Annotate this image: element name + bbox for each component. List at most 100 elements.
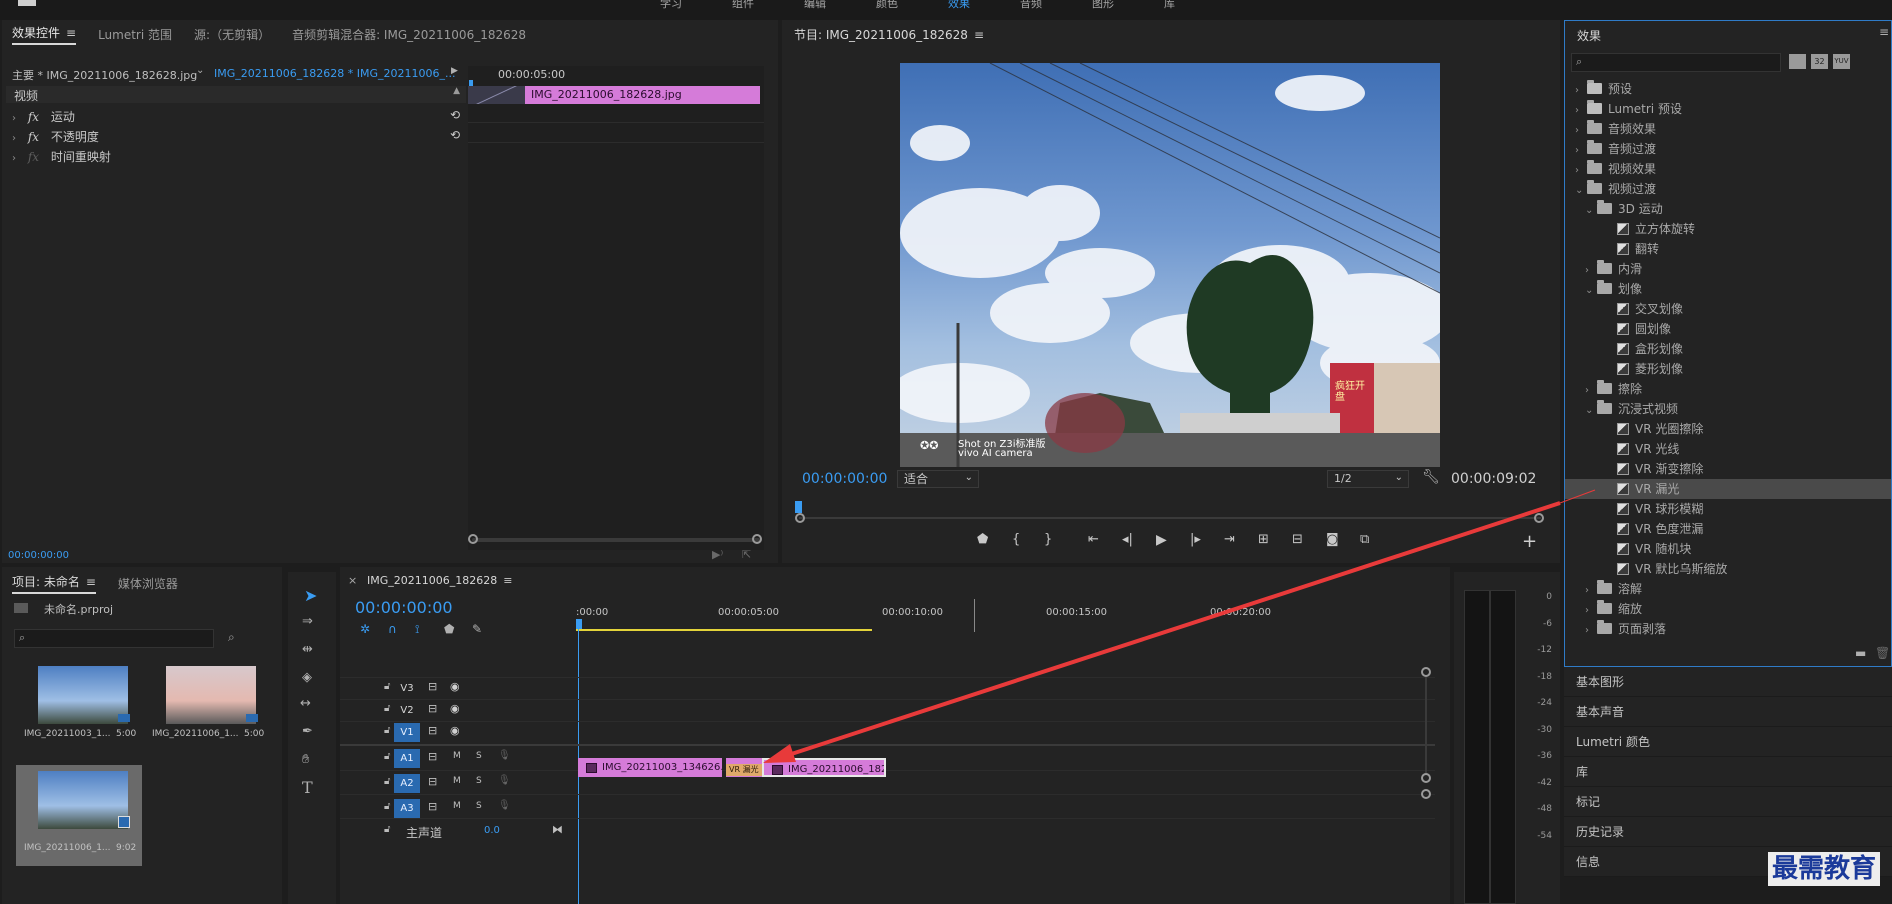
- step-back-icon[interactable]: ◂|: [1122, 532, 1156, 552]
- snap-magnet-icon[interactable]: ∩: [388, 622, 397, 636]
- sync-lock-icon[interactable]: ⊟: [428, 724, 437, 737]
- eye-icon[interactable]: ◉: [450, 702, 460, 715]
- chevron-down-icon[interactable]: ⌄: [1575, 181, 1587, 201]
- lock-icon[interactable]: 🔓︎: [384, 801, 390, 812]
- lock-icon[interactable]: 🔓︎: [384, 824, 390, 835]
- bit32-effects-icon[interactable]: 32: [1811, 54, 1828, 69]
- mute-toggle[interactable]: M: [453, 801, 461, 811]
- effects-tree-item[interactable]: › 音频效果: [1565, 119, 1891, 139]
- mute-toggle[interactable]: M: [453, 751, 461, 761]
- add-button-icon[interactable]: +: [1522, 531, 1537, 552]
- stacked-panel-tab[interactable]: 库: [1564, 757, 1892, 787]
- delete-icon[interactable]: 🗑︎: [1875, 646, 1890, 660]
- tab-lumetri-scopes[interactable]: Lumetri 范围: [98, 26, 172, 43]
- comparison-view-icon[interactable]: ⧉: [1360, 532, 1394, 552]
- panel-menu-icon[interactable]: ≡: [66, 26, 76, 40]
- solo-toggle[interactable]: S: [476, 801, 482, 811]
- export-icon[interactable]: ⇱: [742, 548, 751, 561]
- mark-out-icon[interactable]: }: [1044, 532, 1088, 552]
- workspace-tab[interactable]: 组件: [732, 0, 754, 10]
- project-item-1[interactable]: IMG_20211003_1... 5:00: [16, 662, 139, 744]
- lift-icon[interactable]: ⊞: [1258, 532, 1292, 552]
- ec-zoom-scrollbar[interactable]: [472, 538, 760, 542]
- play-icon[interactable]: ▶: [1156, 532, 1190, 552]
- step-forward-icon[interactable]: |▸: [1190, 532, 1224, 552]
- workspace-tab[interactable]: 效果: [948, 0, 970, 10]
- effects-tree-item[interactable]: ⌄ 视频过渡: [1565, 179, 1891, 199]
- chevron-right-icon[interactable]: ›: [1575, 121, 1587, 141]
- fx-row-opacity[interactable]: › fx 不透明度 ⟲: [12, 128, 462, 148]
- effects-tree-item[interactable]: 翻转: [1565, 239, 1891, 259]
- effects-tree-item[interactable]: 圆划像: [1565, 319, 1891, 339]
- chevron-right-icon[interactable]: ›: [1575, 81, 1587, 101]
- lock-icon[interactable]: 🔓︎: [384, 751, 390, 762]
- track-target-toggle[interactable]: A3: [394, 799, 420, 818]
- lock-icon[interactable]: 🔓︎: [384, 776, 390, 787]
- yuv-effects-icon[interactable]: YUV: [1833, 54, 1850, 69]
- ec-mini-timeline[interactable]: 00:00:05:00 IMG_20211006_182628.jpg: [468, 66, 764, 550]
- ec-clip-bar[interactable]: IMG_20211006_182628.jpg: [525, 86, 760, 104]
- expand-chevron-icon[interactable]: ›: [12, 133, 16, 144]
- scrub-handle-right[interactable]: [1534, 513, 1544, 523]
- workspace-tab[interactable]: 颜色: [876, 0, 898, 10]
- go-to-out-icon[interactable]: ⇥: [1224, 532, 1258, 552]
- go-to-in-icon[interactable]: ⇤: [1088, 532, 1122, 552]
- effects-tree-item[interactable]: 立方体旋转: [1565, 219, 1891, 239]
- timeline-playhead-head[interactable]: [576, 619, 582, 629]
- effects-tree-item[interactable]: VR 随机块: [1565, 539, 1891, 559]
- effects-tree-item[interactable]: 菱形划像: [1565, 359, 1891, 379]
- fit-dropdown[interactable]: 适合 ⌄: [897, 470, 979, 488]
- solo-toggle[interactable]: S: [476, 776, 482, 786]
- expand-chevron-icon[interactable]: ›: [12, 113, 16, 124]
- workspace-tab[interactable]: 库: [1164, 0, 1175, 10]
- microphone-icon[interactable]: 🎙︎: [498, 775, 511, 786]
- chevron-right-icon[interactable]: ›: [1585, 381, 1597, 401]
- lock-icon[interactable]: 🔓︎: [384, 681, 390, 692]
- stacked-panel-tab[interactable]: 标记: [1564, 787, 1892, 817]
- effects-tree-item[interactable]: › 页面剥落: [1565, 619, 1891, 639]
- program-scrub-bar[interactable]: [799, 517, 1541, 519]
- resolution-dropdown[interactable]: 1/2 ⌄: [1327, 470, 1409, 488]
- sync-lock-icon[interactable]: ⊟: [428, 702, 437, 715]
- fx-row-motion[interactable]: › fx 运动 ⟲: [12, 108, 462, 128]
- effects-tree-item[interactable]: ⌄ 3D 运动: [1565, 199, 1891, 219]
- clip-v1-1[interactable]: IMG_20211003_134626.jpg: [578, 758, 722, 777]
- transition-vr-light-leak[interactable]: VR 漏光: [726, 758, 762, 777]
- chevron-right-icon[interactable]: ›: [1575, 101, 1587, 121]
- mark-in-icon[interactable]: {: [1012, 532, 1044, 552]
- track-target-toggle[interactable]: V1: [394, 723, 420, 742]
- lock-icon[interactable]: 🔓︎: [384, 703, 390, 714]
- ripple-edit-tool-icon[interactable]: ⇹: [302, 642, 313, 657]
- ec-scroll-handle-right[interactable]: [752, 534, 762, 544]
- workspace-tab[interactable]: 音频: [1020, 0, 1042, 10]
- effects-tree-item[interactable]: VR 光线: [1565, 439, 1891, 459]
- extract-icon[interactable]: ⊟: [1292, 532, 1326, 552]
- chevron-right-icon[interactable]: ›: [1575, 141, 1587, 161]
- add-marker-icon[interactable]: ⬟: [444, 622, 454, 636]
- ec-timecode[interactable]: 00:00:00:00: [8, 550, 69, 561]
- panel-menu-icon[interactable]: ≡: [974, 28, 984, 42]
- eye-icon[interactable]: ◉: [450, 724, 460, 737]
- master-clip-label[interactable]: 主要 * IMG_20211006_182628.jpg: [12, 67, 197, 83]
- track-scroll-bottom-handle[interactable]: [1421, 773, 1431, 783]
- master-volume[interactable]: 0.0: [484, 825, 500, 836]
- effects-tree-item[interactable]: › 音频过渡: [1565, 139, 1891, 159]
- work-area-bar[interactable]: [576, 629, 872, 631]
- project-item-3[interactable]: IMG_20211006_1... 9:02: [16, 765, 142, 866]
- track-select-tool-icon[interactable]: ⇒: [302, 614, 313, 629]
- stacked-panel-tab[interactable]: 基本图形: [1564, 667, 1892, 697]
- stacked-panel-tab[interactable]: Lumetri 颜色: [1564, 727, 1892, 757]
- effects-tree-item[interactable]: 交叉划像: [1565, 299, 1891, 319]
- wrench-icon[interactable]: ✎: [472, 622, 482, 636]
- audio-scroll-handle[interactable]: [1421, 789, 1431, 799]
- project-search-input[interactable]: ⌕: [14, 629, 214, 648]
- slip-tool-icon[interactable]: ↔: [300, 696, 311, 711]
- chevron-down-icon[interactable]: ⌄: [1585, 281, 1597, 301]
- effects-tree-item[interactable]: ⌄ 沉浸式视频: [1565, 399, 1891, 419]
- effects-tree-item[interactable]: › 擦除: [1565, 379, 1891, 399]
- fx-badge-icon[interactable]: fx: [28, 130, 39, 144]
- collapse-up-icon[interactable]: ▲: [453, 86, 460, 96]
- microphone-icon[interactable]: 🎙︎: [498, 750, 511, 761]
- track-target-toggle[interactable]: V2: [394, 701, 420, 720]
- panel-menu-icon[interactable]: ≡: [1879, 25, 1889, 39]
